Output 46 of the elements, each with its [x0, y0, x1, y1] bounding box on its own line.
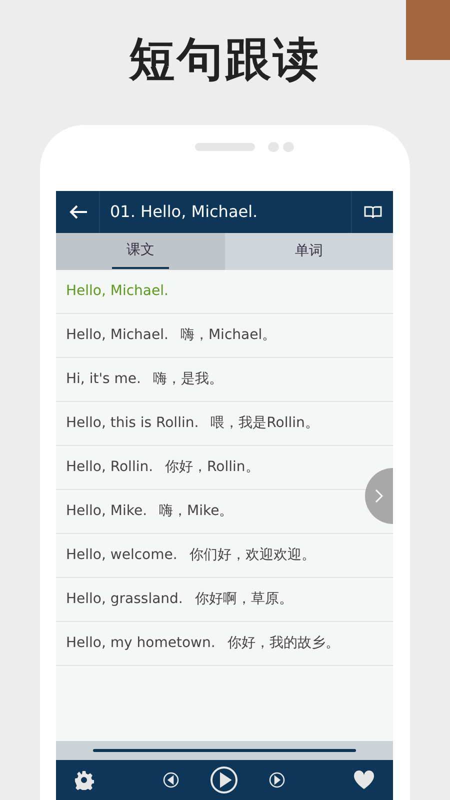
- headline: 短句跟读: [129, 36, 321, 82]
- phone-camera: [268, 142, 294, 152]
- sentence-row[interactable]: Hello, Rollin. 你好，Rollin。: [56, 446, 364, 489]
- english-text: Hello, my hometown.: [66, 634, 216, 653]
- settings-icon: [74, 770, 94, 790]
- chinese-text: 嗨，是我。: [153, 370, 223, 389]
- book-icon: [364, 205, 382, 219]
- chevron-right-icon: [375, 489, 383, 503]
- english-text: Hello, Michael.: [66, 282, 168, 301]
- tab-indicator: [112, 267, 168, 269]
- english-text: Hello, grassland.: [66, 590, 183, 609]
- english-text: Hello, welcome.: [66, 546, 178, 565]
- sentence-row[interactable]: Hello, welcome. 你们好，欢迎欢迎。: [56, 534, 364, 577]
- chinese-text: 嗨，Mike。: [159, 502, 234, 521]
- tab[interactable]: 单词: [224, 233, 393, 270]
- heart-icon: [353, 770, 375, 790]
- english-text: Hello, Rollin.: [66, 458, 154, 477]
- chinese-text: 你好，我的故乡。: [227, 634, 340, 653]
- english-text: Hello, Michael.: [66, 326, 168, 345]
- sentence-row[interactable]: Hello, Mike. 嗨，Mike。: [56, 490, 364, 533]
- sentence-row[interactable]: Hello, grassland. 你好啊，草原。: [56, 578, 364, 621]
- chinese-text: 你好啊，草原。: [194, 590, 293, 609]
- back-arrow-icon: [68, 204, 88, 220]
- english-text: Hi, it's me.: [66, 370, 141, 389]
- previous-icon: [162, 772, 178, 788]
- tab[interactable]: 课文: [56, 233, 224, 270]
- sentence-row[interactable]: Hello, Michael. 嗨，Michael。: [56, 314, 364, 357]
- play-button[interactable]: [210, 766, 238, 794]
- chinese-text: 你好，Rollin。: [165, 458, 260, 477]
- phone-speaker: [195, 143, 255, 151]
- play-icon: [210, 766, 238, 794]
- chinese-text: 嗨，Michael。: [180, 326, 276, 345]
- sentence-row[interactable]: Hello, this is Rollin. 喂，我是Rollin。: [56, 402, 364, 445]
- previous-button[interactable]: [162, 772, 178, 788]
- sentence-row[interactable]: Hi, it's me. 嗨，是我。: [56, 358, 364, 401]
- english-text: Hello, Mike.: [66, 502, 148, 521]
- sentence-row[interactable]: Hello, my hometown. 你好，我的故乡。: [56, 622, 364, 665]
- next-button[interactable]: [268, 772, 284, 788]
- chinese-text: 喂，我是Rollin。: [210, 414, 319, 433]
- next-icon: [268, 772, 284, 788]
- chinese-text: 你们好，欢迎欢迎。: [189, 546, 316, 565]
- settings-button[interactable]: [74, 770, 94, 790]
- corner-block: [406, 0, 450, 60]
- english-text: Hello, this is Rollin.: [66, 414, 199, 433]
- lesson-title: 01. Hello, Michael.: [109, 201, 259, 223]
- favorite-button[interactable]: [353, 770, 375, 790]
